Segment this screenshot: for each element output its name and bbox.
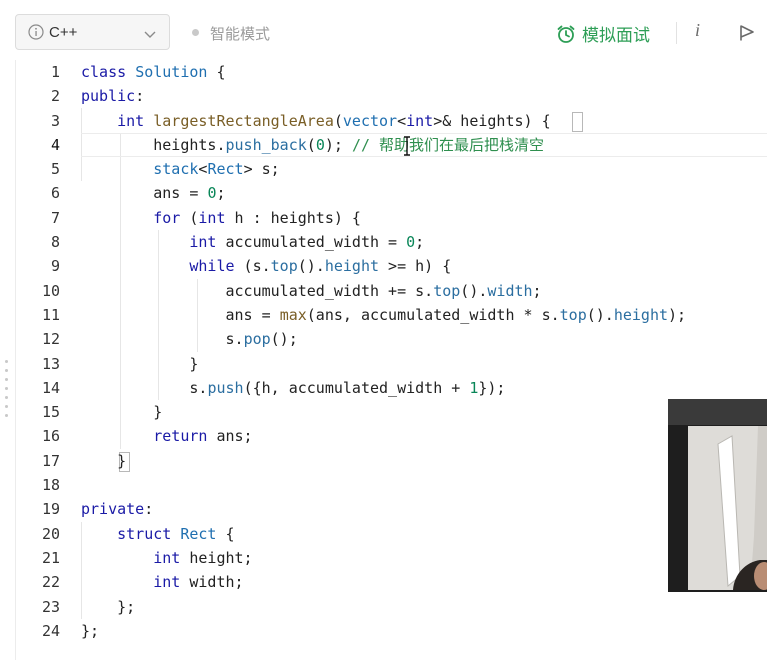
language-label: C++	[49, 23, 78, 41]
code-text[interactable]: private:	[81, 497, 153, 521]
code-text[interactable]: ans = max(ans, accumulated_width * s.top…	[81, 303, 686, 327]
code-line[interactable]: 24};	[0, 619, 767, 643]
line-number: 9	[50, 257, 60, 276]
code-editor[interactable]: 1 class Solution {2 public: 3 int largestRe…	[0, 60, 767, 643]
code-line[interactable]: 22 int width;	[0, 570, 767, 594]
code-line[interactable]: 12 s.pop();	[0, 327, 767, 351]
camera-preview[interactable]	[668, 399, 767, 592]
code-text[interactable]: stack<Rect> s;	[81, 157, 279, 181]
line-number: 1	[50, 63, 60, 81]
line-number: 20	[41, 524, 60, 543]
code-text[interactable]: s.push({h, accumulated_width + 1});	[81, 376, 505, 400]
code-text[interactable]: };	[81, 595, 135, 619]
code-line[interactable]: 2 public:	[0, 84, 767, 108]
line-number: 4	[50, 135, 60, 154]
code-text[interactable]: }	[81, 449, 126, 473]
code-text[interactable]: public:	[81, 84, 144, 108]
code-line[interactable]: 5 stack<Rect> s;	[0, 157, 767, 181]
code-line[interactable]: 11 ans = max(ans, accumulated_width * s.…	[0, 303, 767, 327]
code-text[interactable]: s.pop();	[81, 327, 297, 351]
code-text[interactable]: ans = 0;	[81, 181, 225, 205]
camera-image	[688, 426, 767, 590]
code-line[interactable]: 10 accumulated_width += s.top().width;	[0, 279, 767, 303]
line-number: 22	[41, 573, 60, 592]
code-text[interactable]: int largestRectangleArea(vector<int>& he…	[81, 109, 551, 133]
camera-preview-header	[668, 399, 767, 425]
code-text[interactable]: for (int h : heights) {	[81, 206, 361, 230]
code-line[interactable]: 21 int height;	[0, 546, 767, 570]
mock-interview-label: 模拟面试	[582, 26, 650, 46]
code-line[interactable]: 23 };	[0, 595, 767, 619]
toolbar-divider	[676, 22, 677, 44]
line-number: 18	[41, 476, 60, 495]
language-select[interactable]: C++	[15, 14, 170, 50]
line-number: 15	[41, 403, 60, 422]
code-text[interactable]: }	[81, 400, 162, 424]
line-number: 13	[41, 354, 60, 373]
line-number: 14	[41, 378, 60, 397]
line-number: 23	[41, 597, 60, 616]
line-number: 17	[41, 451, 60, 470]
code-text[interactable]: while (s.top().height >= h) {	[81, 254, 451, 278]
line-number: 12	[41, 330, 60, 349]
line-number: 10	[41, 281, 60, 300]
smart-mode-label[interactable]: 智能模式	[210, 23, 270, 44]
code-line[interactable]: 3 int largestRectangleArea(vector<int>& …	[0, 109, 767, 133]
chevron-down-icon	[143, 26, 157, 40]
run-flag-icon[interactable]	[739, 24, 755, 42]
code-text[interactable]: heights.push_back(0); // 帮助我们在最后把栈清空	[81, 133, 544, 157]
info-button[interactable]: i	[695, 20, 700, 41]
line-number: 2	[50, 87, 60, 106]
code-line[interactable]: 14 s.push({h, accumulated_width + 1});	[0, 376, 767, 400]
mode-status-dot	[192, 29, 199, 36]
code-text[interactable]: int width;	[81, 570, 243, 594]
line-number: 19	[41, 500, 60, 519]
code-text[interactable]: struct Rect {	[81, 522, 234, 546]
code-text[interactable]: };	[81, 619, 99, 643]
code-line[interactable]: 19 private:	[0, 497, 767, 521]
line-number: 11	[41, 305, 60, 324]
code-line[interactable]: 15 }	[0, 400, 767, 424]
text-cursor-icon	[402, 136, 412, 156]
line-number: 3	[50, 111, 60, 130]
code-line[interactable]: 20 struct Rect {	[0, 522, 767, 546]
code-text[interactable]: class Solution {	[81, 60, 226, 84]
line-number: 24	[41, 621, 60, 640]
line-number: 5	[50, 160, 60, 179]
line-number: 8	[50, 233, 60, 252]
code-text[interactable]: return ans;	[81, 424, 252, 448]
code-text[interactable]: }	[81, 352, 198, 376]
code-text[interactable]: int accumulated_width = 0;	[81, 230, 424, 254]
editor-toolbar: C++ 智能模式 模拟面试 i	[0, 0, 767, 60]
line-number: 16	[41, 427, 60, 446]
alarm-clock-icon	[556, 24, 576, 44]
code-line[interactable]: 4 heights.push_back(0); // 帮助我们在最后把栈清空	[0, 132, 767, 158]
info-circle-icon	[28, 24, 44, 40]
code-line[interactable]: 7 for (int h : heights) {	[0, 206, 767, 230]
code-line[interactable]: 8 int accumulated_width = 0;	[0, 230, 767, 254]
code-line[interactable]: 18	[0, 473, 767, 497]
mock-interview-button[interactable]: 模拟面试	[556, 21, 650, 46]
line-number: 21	[41, 548, 60, 567]
code-line[interactable]: 13 }	[0, 352, 767, 376]
code-line[interactable]: 16 return ans;	[0, 424, 767, 448]
code-text[interactable]: accumulated_width += s.top().width;	[81, 279, 541, 303]
code-text[interactable]: int height;	[81, 546, 252, 570]
line-number: 7	[50, 208, 60, 227]
resize-handle[interactable]	[5, 360, 9, 423]
code-line[interactable]: 9 while (s.top().height >= h) {	[0, 254, 767, 278]
code-line[interactable]: 1 class Solution {	[0, 60, 767, 84]
code-line[interactable]: 17 }	[0, 449, 767, 473]
code-line[interactable]: 6 ans = 0;	[0, 181, 767, 205]
line-number: 6	[50, 184, 60, 203]
